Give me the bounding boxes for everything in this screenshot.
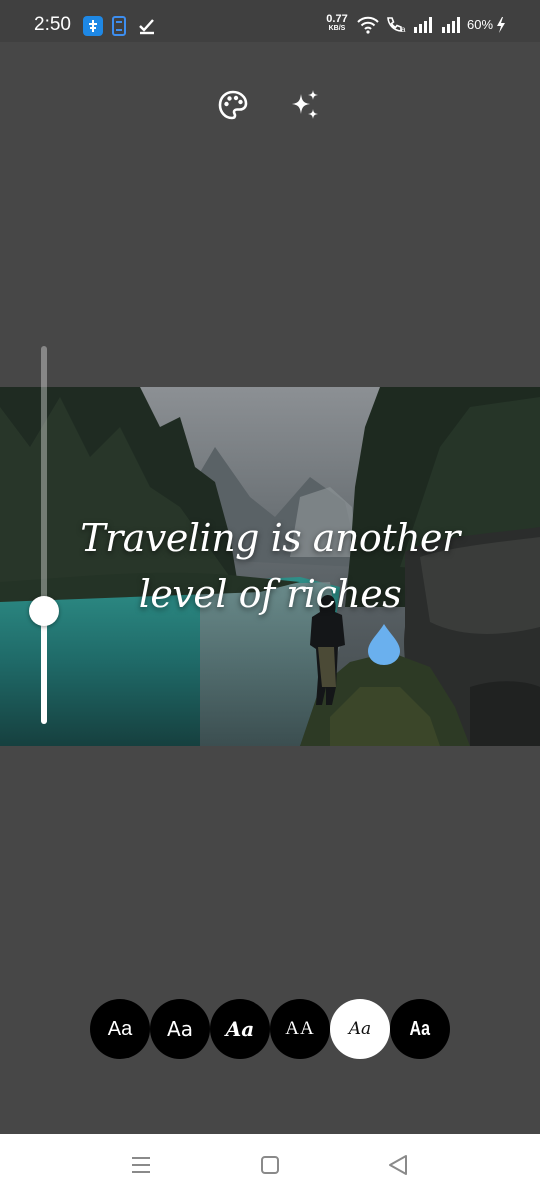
wifi-icon: [357, 16, 379, 39]
back-button[interactable]: [385, 1154, 411, 1180]
volte-call-icon: a: [385, 16, 409, 39]
font-option-sans[interactable]: Aa: [90, 999, 150, 1059]
font-option-script[interactable]: Aa: [330, 999, 390, 1059]
battery-percent: 60%: [467, 17, 494, 32]
text-size-slider-fill: [41, 610, 47, 724]
back-icon: [387, 1154, 409, 1181]
recent-apps-button[interactable]: [128, 1154, 154, 1180]
photo-canvas[interactable]: [0, 387, 540, 746]
font-option-rounded[interactable]: Aa: [150, 999, 210, 1059]
font-picker: Aa Aa Aa AA Aa Aa: [90, 999, 450, 1059]
network-speed: 0.77 KB/S: [326, 13, 348, 33]
status-time: 2:50: [34, 14, 71, 35]
app-notification-icon: [83, 16, 103, 41]
font-option-bold-italic[interactable]: Aa: [210, 999, 270, 1059]
landscape-photo: [0, 387, 540, 746]
font-option-serif-caps[interactable]: AA: [270, 999, 330, 1059]
menu-icon: [130, 1156, 152, 1179]
svg-text:a: a: [401, 25, 406, 34]
font-option-condensed[interactable]: Aa: [390, 999, 450, 1059]
palette-icon: [217, 89, 249, 126]
navigation-bar: [0, 1134, 540, 1200]
text-size-slider-thumb[interactable]: [29, 595, 59, 626]
status-bar: 2:50 0.77 KB/S a 60%: [0, 0, 540, 42]
check-icon: [138, 17, 156, 40]
color-picker-drop[interactable]: [366, 622, 402, 666]
home-button[interactable]: [257, 1154, 283, 1180]
charging-bolt-icon: [496, 17, 506, 38]
home-icon: [260, 1155, 280, 1180]
effects-button[interactable]: [288, 88, 322, 127]
screen-rotate-icon: [111, 15, 127, 42]
signal-icon: [413, 16, 433, 39]
signal-icon: [441, 16, 461, 39]
sparkles-icon: [288, 88, 322, 127]
palette-button[interactable]: [216, 90, 250, 124]
